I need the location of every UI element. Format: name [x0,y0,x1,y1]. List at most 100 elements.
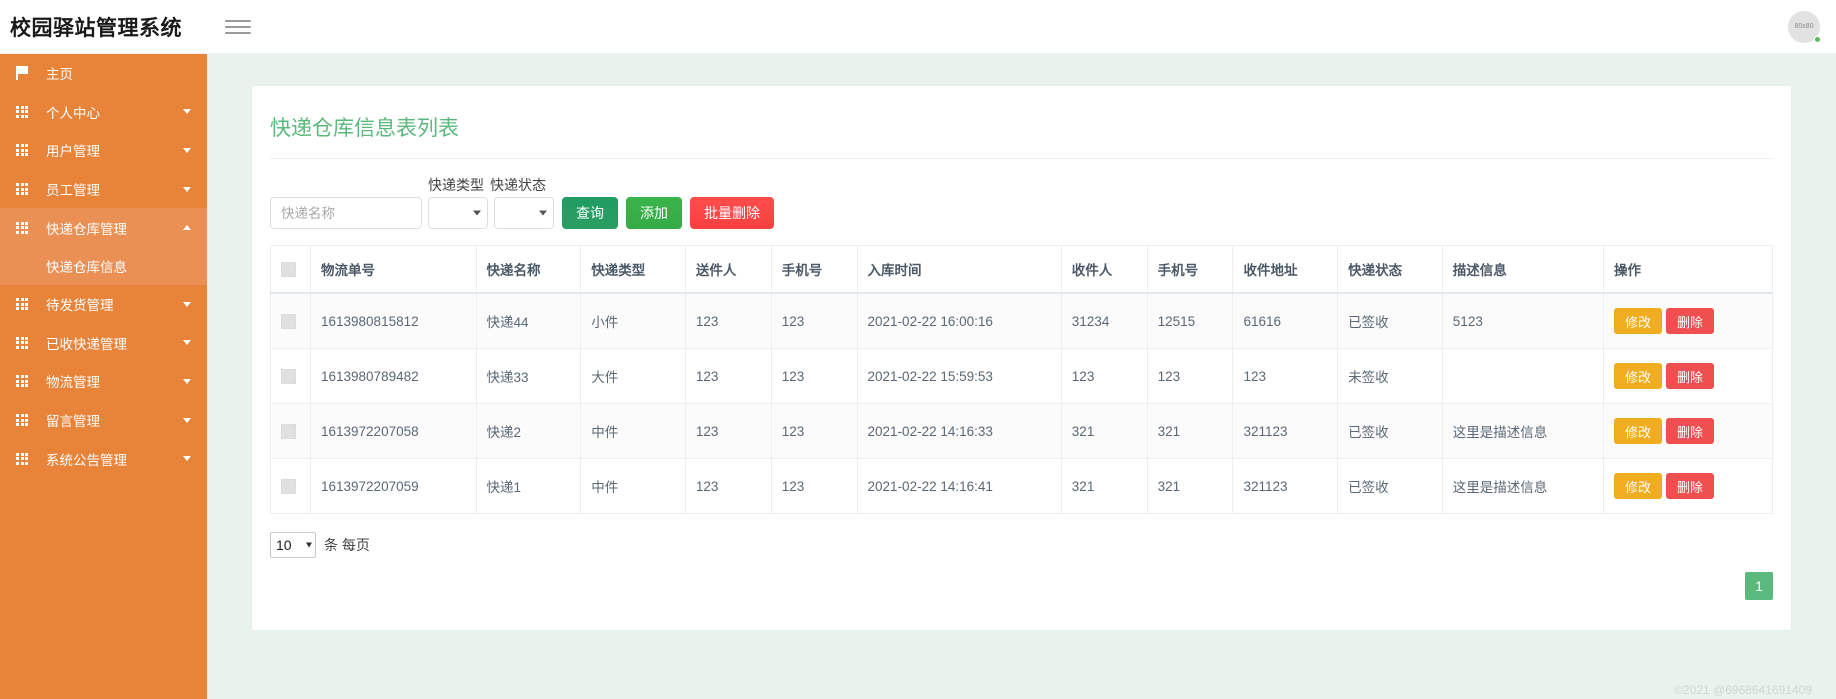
row-checkbox[interactable] [281,313,296,329]
grid-glyph [16,298,28,311]
cell-receiver: 321 [1060,403,1148,459]
query-button[interactable]: 查询 [562,197,618,229]
grid-glyph [16,375,28,388]
table-row: 1613972207058 快递2 中件 123 123 2021-02-22 14:16… [270,403,1773,459]
column-header-0: 物流单号 [310,245,477,294]
express-type-select-wrap: 小件中件大件 [428,197,488,229]
sidebar-item-8[interactable]: 留言管理 [0,401,207,440]
delete-button[interactable]: 删除 [1666,363,1715,389]
cell-type: 中件 [580,403,686,459]
sidebar-item-3[interactable]: 员工管理 [0,170,207,209]
cell-status: 未签收 [1337,348,1443,404]
edit-button[interactable]: 修改 [1614,473,1663,499]
sidebar-item-label: 留言管理 [46,414,100,430]
delete-button[interactable]: 删除 [1666,418,1715,444]
page-size-select-wrap: 102050100 [270,532,316,558]
search-input[interactable] [270,197,422,229]
pagination: 1 [270,572,1773,600]
sidebar-item-0[interactable]: 主页 [0,54,207,93]
cell-sender: 123 [684,292,772,349]
page-size-row: 102050100 条 每页 [270,532,1773,558]
cell-status: 已签收 [1337,458,1443,514]
flag-glyph [15,66,29,81]
row-checkbox[interactable] [281,423,296,439]
sidebar-item-1[interactable]: 个人中心 [0,93,207,132]
sidebar-item-label: 物流管理 [46,375,100,391]
sidebar-item-9[interactable]: 系统公告管理 [0,439,207,478]
express-status-label: 快递状态 [490,177,546,193]
edit-button[interactable]: 修改 [1614,308,1663,334]
row-select-cell [270,348,311,404]
delete-button[interactable]: 删除 [1666,308,1715,334]
cell-in_time: 2021-02-22 15:59:53 [856,348,1062,404]
sidebar-item-4[interactable]: 快递仓库管理 [0,208,207,247]
cell-receiver: 31234 [1060,292,1148,349]
sidebar-item-label: 快递仓库管理 [46,221,127,237]
grid-icon [8,298,36,311]
column-header-10: 描述信息 [1441,245,1605,294]
row-select-cell [270,403,311,459]
add-button[interactable]: 添加 [626,197,682,229]
chevron-down-icon [183,378,191,384]
content-card: 快递仓库信息表列表 快递类型 快递状态 小件中件大件 已签收未签收 [252,86,1791,630]
footer-text: ©2021 @6968641691409 [1674,683,1812,697]
grid-icon [8,144,36,157]
sidebar-subitem-express-warehouse-info[interactable]: 快递仓库信息 [0,247,207,285]
avatar[interactable]: 80x80 [1788,10,1821,43]
cell-actions: 修改 删除 [1603,458,1773,514]
filter-labels-row: 快递类型 快递状态 [270,173,1773,195]
grid-glyph [16,414,28,427]
cell-name: 快递1 [475,458,582,514]
cell-receiver_phone: 321 [1146,403,1234,459]
express-status-select[interactable]: 已签收未签收 [494,197,554,229]
cell-type: 小件 [580,292,686,349]
cell-address: 321123 [1232,403,1339,459]
sidebar-item-2[interactable]: 用户管理 [0,131,207,170]
edit-button[interactable]: 修改 [1614,363,1663,389]
cell-tracking_no: 1613972207058 [310,403,477,459]
cell-address: 61616 [1232,292,1339,349]
column-header-4: 手机号 [770,245,858,294]
row-checkbox[interactable] [281,478,296,494]
sidebar-item-5[interactable]: 待发货管理 [0,285,207,324]
column-header-8: 收件地址 [1232,245,1339,294]
page-size-select[interactable]: 102050100 [270,532,316,558]
cell-type: 大件 [580,348,686,404]
grid-icon [8,452,36,465]
cell-actions: 修改 删除 [1603,348,1773,404]
content-inner: 快递仓库信息表列表 快递类型 快递状态 小件中件大件 已签收未签收 [207,54,1836,699]
express-type-select[interactable]: 小件中件大件 [428,197,488,229]
select-all-checkbox[interactable] [281,261,296,277]
batch-delete-button[interactable]: 批量删除 [690,197,774,229]
chevron-down-icon [183,109,191,115]
express-status-select-wrap: 已签收未签收 [494,197,554,229]
edit-button[interactable]: 修改 [1614,418,1663,444]
cell-actions: 修改 删除 [1603,403,1773,459]
cell-in_time: 2021-02-22 16:00:16 [856,292,1062,349]
cell-status: 已签收 [1337,403,1443,459]
cell-description: 这里是描述信息 [1441,403,1605,459]
cell-address: 321123 [1232,458,1339,514]
cell-tracking_no: 1613980815812 [310,292,477,349]
chevron-down-icon [183,417,191,423]
cell-sender_phone: 123 [770,458,858,514]
delete-button[interactable]: 删除 [1666,473,1715,499]
chevron-down-icon [183,301,191,307]
hamburger-bar [225,19,251,22]
row-checkbox[interactable] [281,368,296,384]
hamburger-bar [225,31,251,34]
sidebar-menu: 主页个人中心用户管理 员工管理快递仓库管理快递仓库信息 待发货管理 已收快递管理物流管… [0,54,207,478]
cell-receiver_phone: 123 [1146,348,1234,404]
hamburger-icon[interactable] [225,17,251,37]
sidebar-item-7[interactable]: 物流管理 [0,362,207,401]
cell-name: 快递2 [475,403,582,459]
row-select-cell [270,292,311,349]
column-header-7: 手机号 [1146,245,1234,294]
page-number-1[interactable]: 1 [1745,572,1773,600]
page-title: 快递仓库信息表列表 [270,108,1773,159]
grid-glyph [16,452,28,465]
sidebar-item-label: 个人中心 [46,105,100,121]
cell-receiver: 123 [1060,348,1148,404]
app-root: 校园驿站管理系统 80x80 主页 个人中心 用户管理 员工管理 快递仓库管理 快递仓库信… [0,0,1836,699]
sidebar-item-6[interactable]: 已收快递管理 [0,324,207,363]
